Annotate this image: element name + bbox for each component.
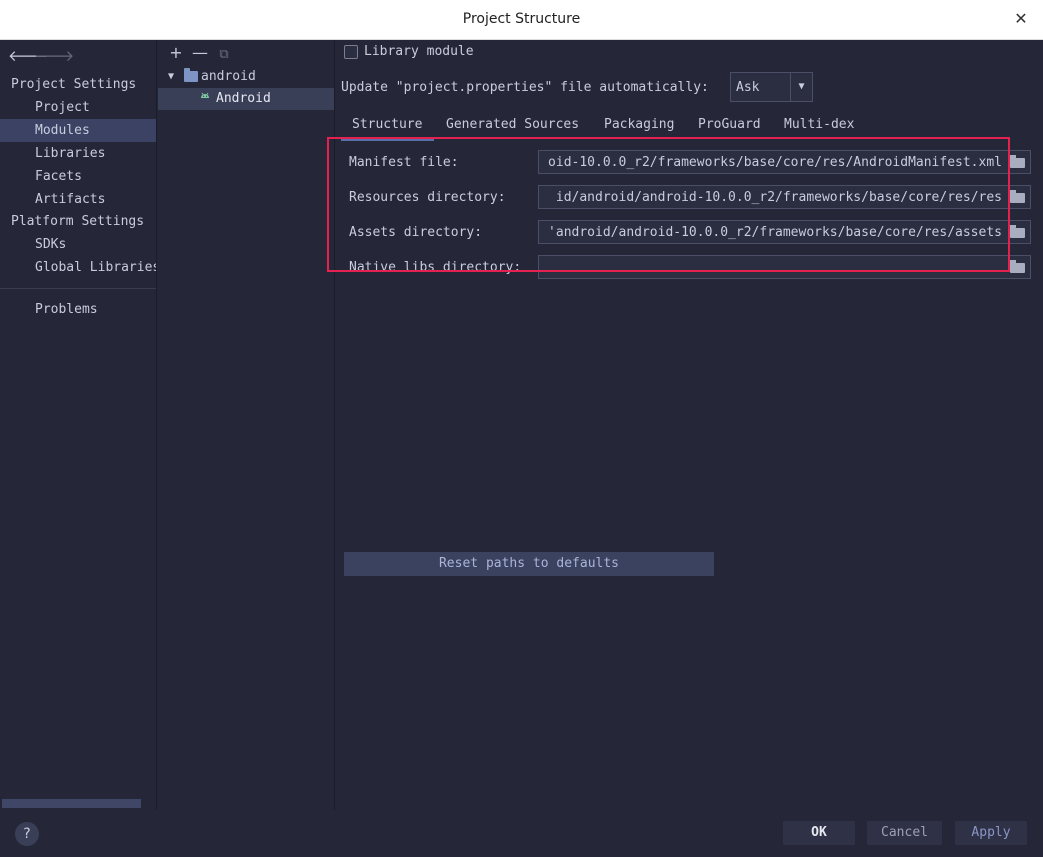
manifest-file-row: Manifest file: oid-10.0.0_r2/frameworks/… bbox=[336, 150, 1043, 176]
tab-proguard[interactable]: ProGuard bbox=[698, 115, 761, 141]
help-icon[interactable]: ? bbox=[15, 822, 39, 846]
assets-browse-button[interactable] bbox=[1005, 220, 1031, 244]
window-title: Project Structure bbox=[462, 11, 581, 27]
tab-packaging[interactable]: Packaging bbox=[604, 115, 674, 141]
settings-sidebar: 🡐🡒 Project Settings Project Modules Libr… bbox=[0, 40, 157, 810]
library-module-checkbox[interactable] bbox=[344, 45, 358, 59]
assets-directory-value: 'android/android-10.0.0_r2/frameworks/ba… bbox=[548, 225, 1002, 240]
module-settings-panel: Library module Update "project.propertie… bbox=[336, 40, 1043, 810]
module-tree: + — ⧉ ▼ android Android bbox=[158, 40, 335, 810]
ok-button[interactable]: OK bbox=[783, 821, 855, 845]
tree-node-label: Android bbox=[216, 91, 271, 106]
sidebar-item-sdks[interactable]: SDKs bbox=[0, 233, 156, 256]
apply-button[interactable]: Apply bbox=[955, 821, 1027, 845]
manifest-file-label: Manifest file: bbox=[349, 155, 459, 170]
forward-arrow-icon[interactable]: 🡒 bbox=[34, 46, 74, 65]
native-libs-directory-row: Native libs directory: bbox=[336, 255, 1043, 281]
sidebar-item-global-libraries[interactable]: Global Libraries bbox=[0, 256, 156, 279]
manifest-file-input[interactable]: oid-10.0.0_r2/frameworks/base/core/res/A… bbox=[538, 150, 1006, 174]
manifest-file-value: oid-10.0.0_r2/frameworks/base/core/res/A… bbox=[548, 155, 1002, 170]
folder-icon bbox=[1010, 190, 1025, 203]
settings-list: Project Settings Project Modules Librari… bbox=[0, 74, 156, 321]
sidebar-scrollbar[interactable] bbox=[2, 799, 141, 808]
sidebar-item-problems[interactable]: Problems bbox=[0, 298, 156, 321]
tab-multi-dex[interactable]: Multi-dex bbox=[784, 115, 854, 141]
folder-icon bbox=[1010, 225, 1025, 238]
resources-directory-label: Resources directory: bbox=[349, 190, 506, 205]
sidebar-item-libraries[interactable]: Libraries bbox=[0, 142, 156, 165]
cancel-button[interactable]: Cancel bbox=[867, 821, 942, 845]
platform-settings-heading: Platform Settings bbox=[11, 214, 145, 229]
tree-node-android-facet[interactable]: Android bbox=[158, 88, 334, 110]
project-settings-heading: Project Settings bbox=[11, 77, 137, 92]
update-mode-value: Ask bbox=[736, 80, 760, 95]
sidebar-divider bbox=[0, 288, 156, 289]
dialog-button-bar: ? OK Cancel Apply bbox=[0, 810, 1043, 857]
resources-browse-button[interactable] bbox=[1005, 185, 1031, 209]
assets-directory-input[interactable]: 'android/android-10.0.0_r2/frameworks/ba… bbox=[538, 220, 1006, 244]
dialog-body: 🡐🡒 Project Settings Project Modules Libr… bbox=[0, 40, 1043, 857]
back-arrow-icon[interactable]: 🡐 bbox=[8, 46, 48, 65]
folder-icon bbox=[1010, 155, 1025, 168]
sidebar-item-modules[interactable]: Modules bbox=[0, 119, 156, 142]
remove-icon[interactable]: — bbox=[188, 43, 212, 62]
resources-directory-row: Resources directory: id/android/android-… bbox=[336, 185, 1043, 211]
tab-structure[interactable]: Structure bbox=[341, 115, 434, 141]
resources-directory-input[interactable]: id/android/android-10.0.0_r2/frameworks/… bbox=[538, 185, 1006, 209]
assets-directory-row: Assets directory: 'android/android-10.0.… bbox=[336, 220, 1043, 246]
close-icon[interactable]: ✕ bbox=[1011, 9, 1031, 29]
sidebar-item-facets[interactable]: Facets bbox=[0, 165, 156, 188]
add-icon[interactable]: + bbox=[164, 43, 188, 62]
manifest-browse-button[interactable] bbox=[1005, 150, 1031, 174]
tree-toolbar: + — ⧉ bbox=[164, 43, 236, 63]
resources-directory-value: id/android/android-10.0.0_r2/frameworks/… bbox=[555, 190, 1002, 205]
title-bar: Project Structure ✕ bbox=[0, 0, 1043, 40]
tree-node-android-folder[interactable]: ▼ android bbox=[158, 66, 334, 88]
chevron-down-icon[interactable]: ▼ bbox=[168, 66, 174, 88]
sidebar-item-artifacts[interactable]: Artifacts bbox=[0, 188, 156, 211]
update-properties-label: Update "project.properties" file automat… bbox=[341, 80, 709, 95]
android-icon bbox=[199, 88, 211, 110]
dropdown-arrow-icon[interactable]: ▼ bbox=[790, 73, 812, 101]
assets-directory-label: Assets directory: bbox=[349, 225, 483, 240]
native-libs-directory-label: Native libs directory: bbox=[349, 260, 522, 275]
tree-node-label: android bbox=[201, 69, 256, 84]
library-module-label[interactable]: Library module bbox=[364, 44, 474, 59]
module-folder-icon bbox=[184, 68, 198, 82]
reset-paths-button[interactable]: Reset paths to defaults bbox=[344, 552, 714, 576]
copy-icon[interactable]: ⧉ bbox=[212, 47, 236, 62]
update-mode-select[interactable]: Ask ▼ bbox=[730, 72, 813, 102]
tab-generated-sources[interactable]: Generated Sources bbox=[446, 115, 579, 141]
sidebar-item-project[interactable]: Project bbox=[0, 96, 156, 119]
folder-icon bbox=[1010, 260, 1025, 273]
native-libs-directory-input[interactable] bbox=[538, 255, 1006, 279]
native-libs-browse-button[interactable] bbox=[1005, 255, 1031, 279]
nav-arrows: 🡐🡒 bbox=[8, 46, 74, 65]
